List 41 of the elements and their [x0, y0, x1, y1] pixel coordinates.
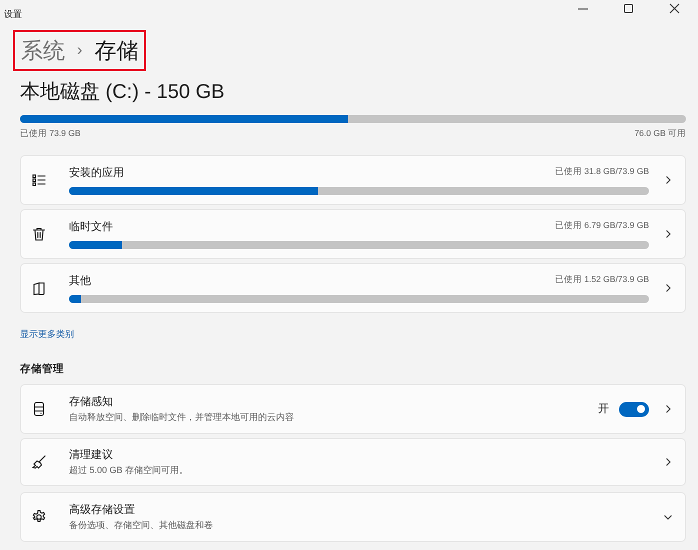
category-card[interactable]: 安装的应用 已使用 31.8 GB/73.9 GB — [20, 154, 686, 205]
setting-card[interactable]: 存储感知 自动释放空间、删除临时文件，并管理本地可用的云内容 开 — [20, 384, 686, 434]
category-card[interactable]: 其他 已使用 1.52 GB/73.9 GB — [20, 262, 686, 313]
category-card[interactable]: 临时文件 已使用 6.79 GB/73.9 GB — [20, 208, 686, 259]
toggle-label: 开 — [598, 402, 609, 417]
usage-label: 已使用 6.79 GB/73.9 GB — [554, 219, 649, 232]
toggle-switch[interactable] — [619, 402, 649, 416]
category-label: 安装的应用 — [69, 166, 124, 181]
breadcrumb-item: 存储 — [94, 37, 138, 65]
setting-description: 自动释放空间、删除临时文件，并管理本地可用的云内容 — [69, 410, 295, 424]
show-more-link[interactable]: 显示更多类别 — [20, 328, 74, 342]
usage-label: 已使用 31.8 GB/73.9 GB — [554, 165, 649, 178]
chevron-right-icon[interactable] — [663, 457, 673, 467]
disk-title: 本地磁盘 (C:) - 150 GB — [20, 80, 226, 105]
setting-title: 清理建议 — [69, 448, 114, 463]
chevron-right-icon[interactable] — [663, 174, 673, 185]
free-label: 76.0 GB 可用 — [634, 127, 686, 140]
setting-card[interactable]: 清理建议 超过 5.00 GB 存储空间可用。 — [20, 438, 686, 486]
chevron-right-icon[interactable] — [663, 282, 673, 293]
setting-description: 超过 5.00 GB 存储空间可用。 — [69, 464, 190, 476]
chevron-right-icon[interactable] — [663, 228, 673, 239]
drive-icon — [31, 401, 47, 417]
breadcrumb-item[interactable]: 系统 — [21, 34, 65, 67]
section-heading: 存储管理 — [20, 362, 65, 378]
setting-description: 备份选项、存储空间、其他磁盘和卷 — [69, 518, 214, 532]
category-label: 临时文件 — [69, 220, 113, 235]
trash-icon — [31, 226, 47, 242]
usage-label: 已使用 1.52 GB/73.9 GB — [554, 273, 649, 286]
pages-icon — [31, 280, 47, 296]
window-title: 设置 — [4, 8, 22, 21]
broom-icon — [31, 454, 47, 470]
chevron-right-icon[interactable] — [663, 404, 673, 414]
gear-icon — [31, 509, 47, 525]
used-label: 已使用 73.9 GB — [20, 127, 81, 140]
setting-title: 存储感知 — [69, 395, 114, 410]
category-label: 其他 — [69, 274, 91, 289]
chevron-down-icon[interactable] — [663, 512, 673, 522]
breadcrumb-separator: › — [77, 40, 82, 60]
setting-card[interactable]: 高级存储设置 备份选项、存储空间、其他磁盘和卷 — [20, 492, 686, 542]
setting-title: 高级存储设置 — [69, 502, 136, 518]
list-icon — [31, 172, 47, 188]
